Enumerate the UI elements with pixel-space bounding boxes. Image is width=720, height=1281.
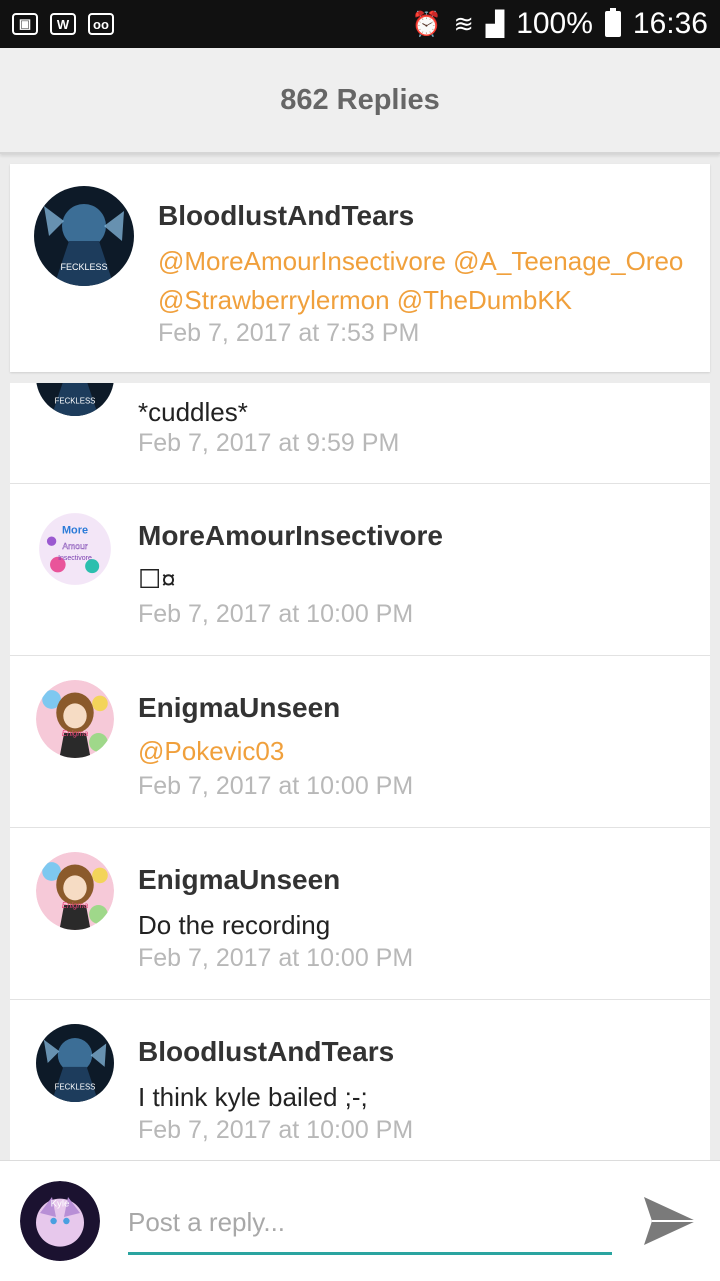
original-post[interactable]: FECKLESS BloodlustAndTears @MoreAmourIns… <box>10 164 710 372</box>
reply-timestamp: Feb 7, 2017 at 10:00 PM <box>138 944 414 972</box>
header: 862 Replies <box>0 48 720 154</box>
signal-icon: ▟ <box>485 10 505 38</box>
svg-text:Enigma: Enigma <box>62 901 89 910</box>
reply-item[interactable]: More Amour Insectivore MoreAmourInsectiv… <box>10 484 710 656</box>
clock: 16:36 <box>632 7 708 40</box>
post-timestamp: Feb 7, 2017 at 7:53 PM <box>158 319 420 347</box>
reply-text: I think kyle bailed ;-; <box>138 1082 368 1112</box>
reply-item[interactable]: Enigma EnigmaUnseen @Pokevic03 Feb 7, 20… <box>10 656 710 828</box>
status-bar: ▣ W oo ⏰ ≋ ▟ 100% 16:36 <box>0 0 720 48</box>
avatar-text: FECKLESS <box>55 1083 96 1092</box>
avatar[interactable]: FECKLESS <box>36 1024 114 1102</box>
reply-author[interactable]: MoreAmourInsectivore <box>138 520 443 552</box>
reply-author[interactable]: EnigmaUnseen <box>138 864 340 896</box>
compose-bar: Kyle <box>0 1160 720 1281</box>
avatar[interactable]: More Amour Insectivore <box>36 510 114 588</box>
avatar[interactable]: FECKLESS <box>34 186 134 286</box>
reply-timestamp: Feb 7, 2017 at 9:59 PM <box>138 429 400 457</box>
svg-text:More: More <box>62 524 88 536</box>
reply-item[interactable]: FECKLESS BloodlustAndTears I think kyle … <box>10 1000 710 1160</box>
voicemail-icon: oo <box>88 13 114 35</box>
w-app-icon: W <box>50 13 76 35</box>
reply-timestamp: Feb 7, 2017 at 10:00 PM <box>138 1116 414 1144</box>
mentions-line-1[interactable]: @MoreAmourInsectivore @A_Teenage_Oreo <box>158 246 683 277</box>
svg-text:Insectivore: Insectivore <box>58 555 92 562</box>
image-icon: ▣ <box>12 13 38 35</box>
battery-icon <box>604 8 621 37</box>
battery-percent: 100% <box>516 7 593 40</box>
user-avatar[interactable]: Kyle <box>20 1181 100 1261</box>
reply-item[interactable]: Enigma EnigmaUnseen Do the recording Feb… <box>10 828 710 1000</box>
svg-text:Enigma: Enigma <box>62 729 89 738</box>
reply-input[interactable] <box>128 1199 612 1255</box>
alarm-icon: ⏰ <box>411 10 442 38</box>
reply-text: ☐¤ <box>138 564 176 594</box>
wifi-icon: ≋ <box>453 10 474 38</box>
mentions-line-2[interactable]: @Strawberrylermon @TheDumbKK <box>158 285 572 316</box>
svg-text:Amour: Amour <box>62 541 87 551</box>
page-title: 862 Replies <box>280 83 440 116</box>
send-button[interactable] <box>640 1191 700 1251</box>
reply-item[interactable]: FECKLESS *cuddles* Feb 7, 2017 at 9:59 P… <box>10 383 710 484</box>
avatar-text: FECKLESS <box>55 397 96 406</box>
reply-timestamp: Feb 7, 2017 at 10:00 PM <box>138 772 414 800</box>
reply-timestamp: Feb 7, 2017 at 10:00 PM <box>138 600 414 628</box>
reply-text: *cuddles* <box>138 397 248 427</box>
avatar-text: Kyle <box>51 1199 70 1210</box>
avatar-text: FECKLESS <box>60 262 107 272</box>
reply-author[interactable]: EnigmaUnseen <box>138 692 340 724</box>
avatar[interactable]: FECKLESS <box>36 383 114 416</box>
reply-text: Do the recording <box>138 910 331 940</box>
avatar[interactable]: Enigma <box>36 680 114 758</box>
reply-mention[interactable]: @Pokevic03 <box>138 736 284 767</box>
avatar[interactable]: Enigma <box>36 852 114 930</box>
reply-author[interactable]: BloodlustAndTears <box>138 1036 394 1068</box>
post-author[interactable]: BloodlustAndTears <box>158 200 414 232</box>
send-icon <box>644 1197 696 1245</box>
reply-list[interactable]: FECKLESS *cuddles* Feb 7, 2017 at 9:59 P… <box>10 383 710 1160</box>
